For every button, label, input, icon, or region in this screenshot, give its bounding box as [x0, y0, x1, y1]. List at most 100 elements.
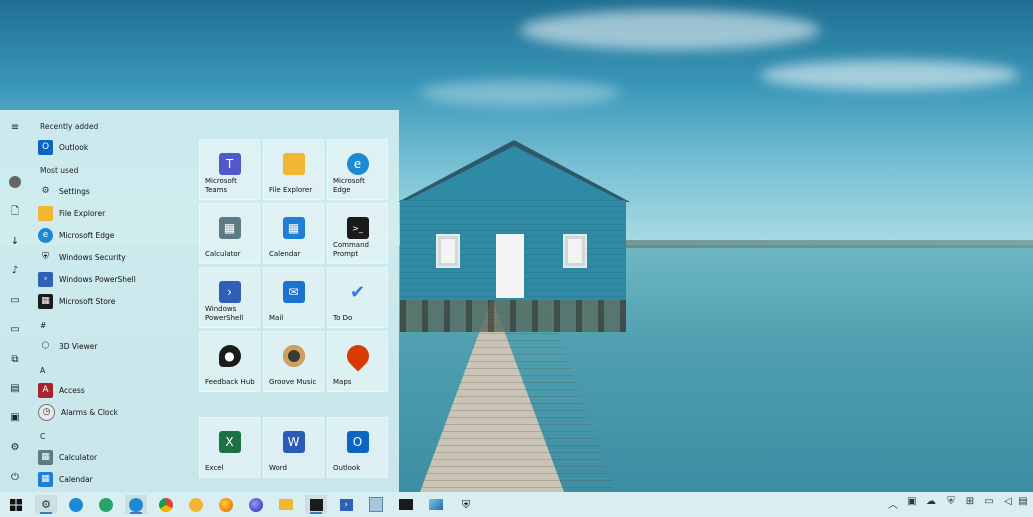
pictures-icon[interactable]: ▭ — [6, 291, 24, 309]
app-windows-security[interactable]: ⛨ Windows Security — [38, 247, 188, 267]
tile-groove-music[interactable]: Groove Music — [263, 331, 324, 392]
usb-icon[interactable]: ⊞ — [962, 496, 978, 507]
taskbar-microsoft-store[interactable] — [305, 495, 327, 514]
cloud-icon[interactable]: ☁ — [923, 496, 939, 507]
taskbar-windows-security[interactable]: ⛨ — [455, 495, 477, 514]
app-tray-icon[interactable]: ▣ — [904, 496, 920, 507]
tile-label: To Do — [333, 314, 353, 322]
app-windows-powershell[interactable]: › Windows PowerShell — [38, 269, 188, 289]
taskbar-terminal[interactable] — [395, 495, 417, 514]
terminal-icon — [399, 499, 413, 510]
tile-to-do[interactable]: ✔ To Do — [327, 267, 388, 328]
firefox-icon — [219, 497, 233, 512]
taskbar-chrome-canary[interactable] — [185, 495, 207, 514]
app-file-explorer[interactable]: File Explorer — [38, 203, 188, 223]
tile-excel[interactable]: X Excel — [199, 417, 260, 478]
section-header-hash[interactable]: # — [40, 321, 46, 330]
app-label: 3D Viewer — [59, 341, 98, 351]
running-indicator — [40, 512, 52, 514]
tile-label: File Explorer — [269, 186, 313, 194]
taskbar-photos[interactable] — [425, 495, 447, 514]
app-label: Microsoft Edge — [59, 230, 115, 240]
file-explorer-icon[interactable]: ▣ — [6, 408, 24, 426]
tile-outlook[interactable]: O Outlook — [327, 417, 388, 478]
app-alarms-clock[interactable]: ◷ Alarms & Clock — [38, 402, 188, 422]
calculator-icon: ▦ — [38, 449, 53, 465]
downloads-icon[interactable]: ↓ — [6, 232, 24, 250]
tile-windows-powershell[interactable]: › Windows PowerShell — [199, 267, 260, 328]
tile-microsoft-teams[interactable]: T Microsoft Teams — [199, 139, 260, 200]
notifications-icon[interactable]: ▤ — [1015, 496, 1031, 507]
app-outlook[interactable]: O Outlook — [38, 137, 188, 157]
app-label: File Explorer — [59, 208, 106, 218]
tile-label: Maps — [333, 378, 352, 386]
user-avatar[interactable] — [6, 173, 24, 191]
tile-label: Command Prompt — [333, 241, 369, 258]
volume-icon[interactable]: ◁ — [1000, 496, 1016, 507]
tile-calendar[interactable]: ▦ Calendar — [263, 203, 324, 264]
taskbar-edge-beta[interactable] — [95, 495, 117, 514]
app-microsoft-edge[interactable]: e Microsoft Edge — [38, 225, 188, 245]
store-icon: ▦ — [38, 293, 53, 309]
tile-calculator[interactable]: ▦ Calculator — [199, 203, 260, 264]
edge-icon: e — [346, 153, 369, 175]
feedback-icon: ● — [218, 345, 241, 367]
taskbar-edge-dev[interactable] — [125, 495, 147, 514]
app-settings[interactable]: ⚙ Settings — [38, 181, 188, 201]
tile-label: Calendar — [269, 250, 301, 258]
security-tray-icon[interactable]: ⛨ — [943, 496, 959, 507]
tile-maps[interactable]: Maps — [327, 331, 388, 392]
power-icon[interactable]: ⏻ — [6, 468, 24, 486]
music-icon[interactable]: ♪ — [6, 261, 24, 279]
app-3d-viewer[interactable]: ⬡ 3D Viewer — [38, 336, 188, 356]
documents-icon[interactable]: 🗋 — [6, 203, 24, 221]
windows-logo-icon — [10, 498, 22, 511]
settings-gear-icon[interactable]: ⚙ — [6, 438, 24, 456]
tile-mail[interactable]: ✉ Mail — [263, 267, 324, 328]
edge-icon — [69, 497, 83, 512]
show-hidden-icons-chevron-up-icon[interactable]: ︿ — [885, 496, 901, 511]
powershell-icon: › — [218, 281, 241, 303]
house-window-left — [436, 234, 460, 268]
edge-icon: e — [38, 227, 53, 243]
app-microsoft-store[interactable]: ▦ Microsoft Store — [38, 291, 188, 311]
powershell-icon: › — [38, 271, 53, 287]
app-label: Access — [59, 385, 85, 395]
network-icon[interactable]: ⧉ — [6, 350, 24, 368]
taskbar-firefox[interactable] — [215, 495, 237, 514]
taskbar-notepad[interactable] — [365, 495, 387, 514]
start-menu: ≡ 🗋 ↓ ♪ ▭ ▭ ⧉ ▤ ▣ ⚙ ⏻ Recently added O O… — [0, 110, 399, 492]
running-indicator — [130, 512, 142, 514]
taskbar-file-explorer[interactable] — [275, 495, 297, 514]
gear-icon: ⚙ — [41, 186, 50, 196]
app-calendar[interactable]: ▦ Calendar — [38, 469, 188, 489]
app-label: Windows Security — [59, 252, 126, 262]
app-list: Recently added O Outlook Most used ⚙ Set… — [32, 110, 197, 492]
tile-feedback-hub[interactable]: ● Feedback Hub — [199, 331, 260, 392]
network-icon[interactable]: ▭ — [981, 496, 997, 507]
tile-microsoft-edge[interactable]: e Microsoft Edge — [327, 139, 388, 200]
videos-icon[interactable]: ▭ — [6, 320, 24, 338]
calculator-icon: ▦ — [218, 217, 241, 239]
windows-start-button[interactable] — [5, 495, 27, 514]
app-calculator[interactable]: ▦ Calculator — [38, 447, 188, 467]
personal-folder-icon[interactable]: ▤ — [6, 379, 24, 397]
taskbar-settings[interactable]: ⚙ — [35, 495, 57, 514]
tile-label: Calculator — [205, 250, 241, 258]
tile-command-prompt[interactable]: >_ Command Prompt — [327, 203, 388, 264]
hamburger-menu-icon[interactable]: ≡ — [6, 118, 24, 136]
taskbar-edge[interactable] — [65, 495, 87, 514]
taskbar-firefox-nightly[interactable] — [245, 495, 267, 514]
taskbar-powershell[interactable]: › — [335, 495, 357, 514]
powershell-icon: › — [339, 498, 353, 511]
tile-label: Groove Music — [269, 378, 317, 386]
taskbar-chrome[interactable] — [155, 495, 177, 514]
store-icon — [309, 498, 323, 511]
tile-label: Windows PowerShell — [205, 305, 244, 322]
tile-file-explorer[interactable]: File Explorer — [263, 139, 324, 200]
section-header-a[interactable]: A — [40, 366, 45, 375]
tile-word[interactable]: W Word — [263, 417, 324, 478]
tile-label: Microsoft Teams — [205, 177, 237, 194]
app-access[interactable]: A Access — [38, 380, 188, 400]
section-header-c[interactable]: C — [40, 432, 45, 441]
